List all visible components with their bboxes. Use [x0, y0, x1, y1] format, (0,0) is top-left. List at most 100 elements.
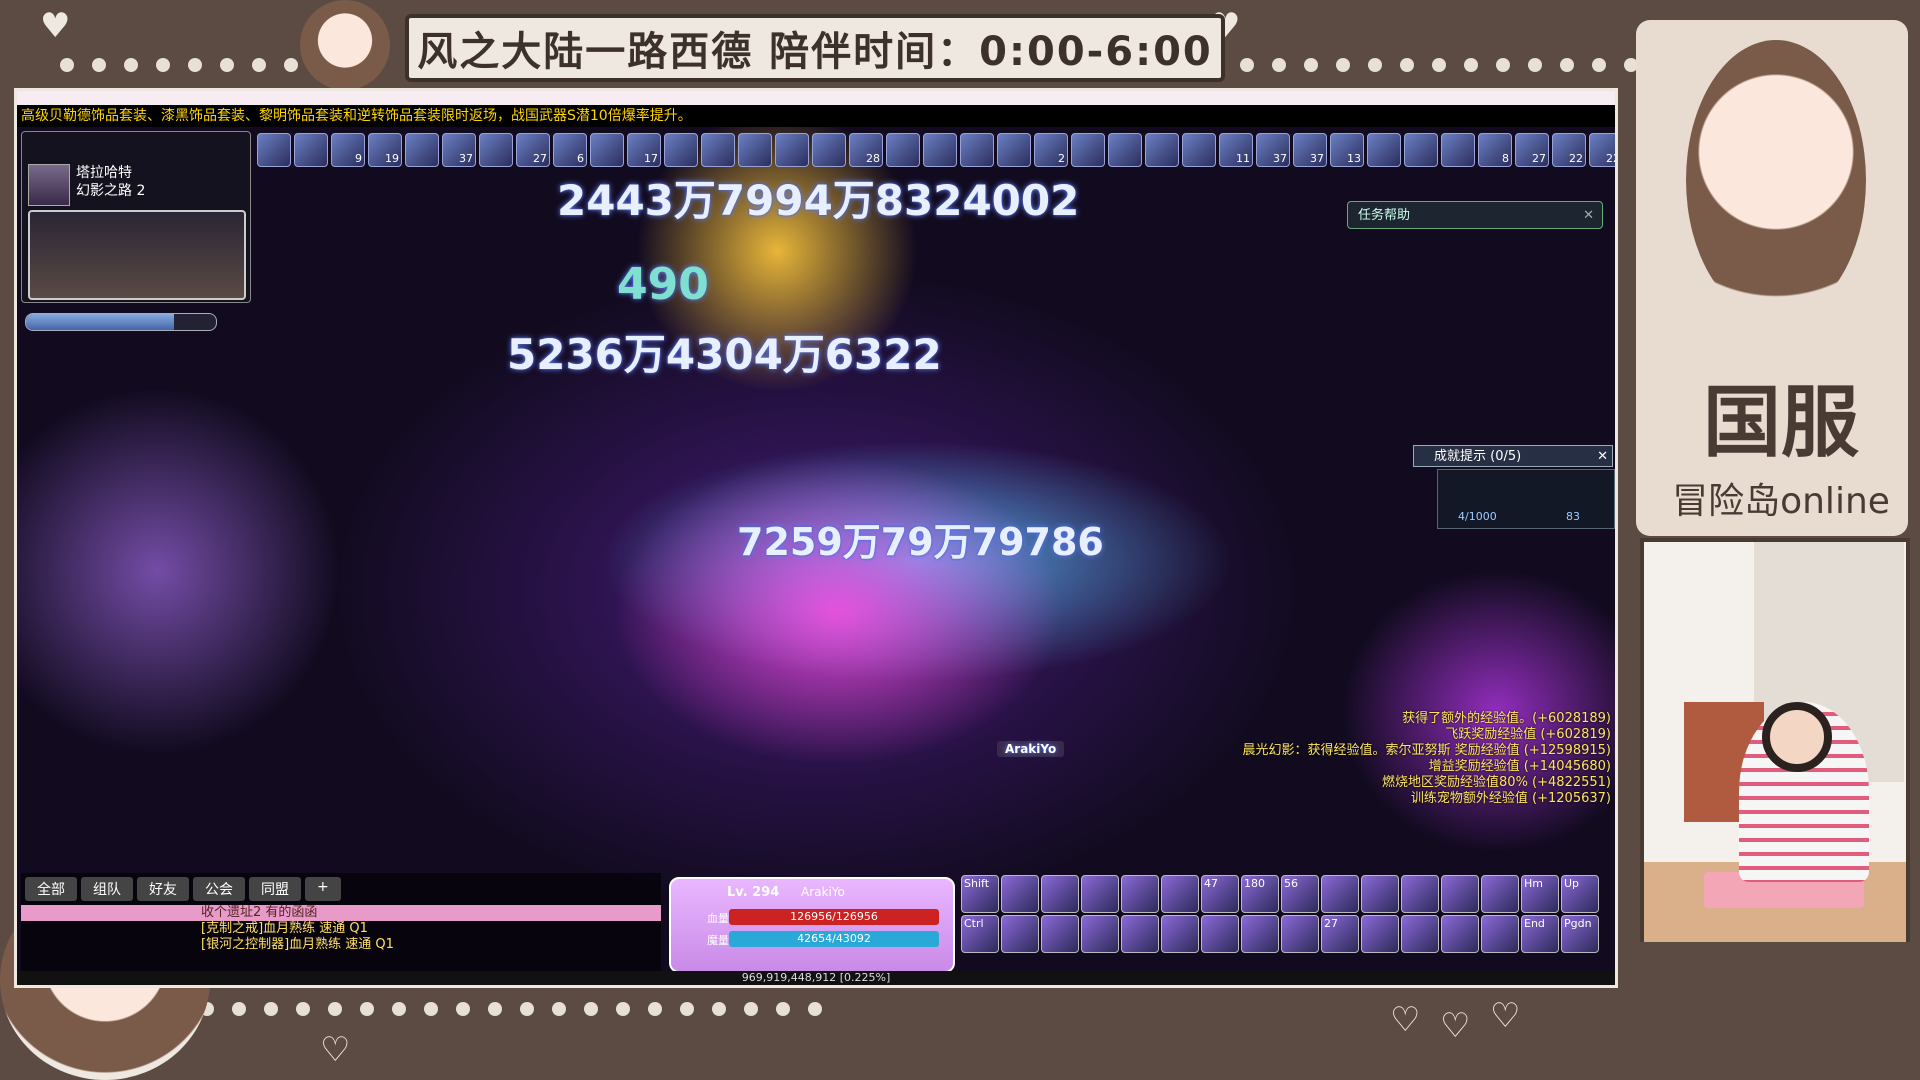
skill-slot[interactable] — [1001, 915, 1039, 953]
player-name-tag: ArakiYo — [997, 741, 1065, 757]
skill-slot[interactable]: 47 — [1201, 875, 1239, 913]
buff-icon: 37 — [442, 133, 476, 167]
stream-frame: ♥ ♥ ♡ ♡ ♡ ♡ 风之大陆一路西德 陪伴时间：0:00-6:00 高级贝勒… — [0, 0, 1920, 1080]
skill-slot[interactable] — [1161, 915, 1199, 953]
skill-slot[interactable] — [1481, 915, 1519, 953]
buff-icon: 27 — [1515, 133, 1549, 167]
skill-slot[interactable] — [1281, 915, 1319, 953]
game-window[interactable]: 高级贝勒德饰品套装、漆黑饰品套装、黎明饰品套装和逆转饰品套装限时返场，战国武器S… — [14, 88, 1618, 988]
buff-bar: 9193727617282113737138272222 — [257, 133, 1615, 167]
heart-icon: ♡ — [1490, 996, 1521, 1036]
skill-slot[interactable] — [1401, 915, 1439, 953]
skill-slot[interactable] — [1401, 875, 1439, 913]
buff-icon: 17 — [627, 133, 661, 167]
buff-icon — [1145, 133, 1179, 167]
achievement-title: 成就提示 (0/5) — [1434, 449, 1522, 464]
skill-slot[interactable] — [1441, 875, 1479, 913]
buff-icon: 11 — [1219, 133, 1253, 167]
close-icon[interactable]: ✕ — [1583, 202, 1594, 230]
skill-slot[interactable]: 56 — [1281, 875, 1319, 913]
skill-slot[interactable] — [1201, 915, 1239, 953]
skill-slot[interactable]: Up — [1561, 875, 1599, 913]
stream-title-box: 风之大陆一路西德 陪伴时间：0:00-6:00 — [405, 14, 1225, 82]
skill-slot[interactable] — [1481, 875, 1519, 913]
skill-slot[interactable] — [1361, 875, 1399, 913]
buff-icon — [257, 133, 291, 167]
skill-slot[interactable]: Ctrl — [961, 915, 999, 953]
heart-icon: ♥ — [40, 6, 71, 46]
skill-slot[interactable] — [1041, 915, 1079, 953]
skill-slot[interactable] — [1241, 915, 1279, 953]
achievement-hint[interactable]: 成就提示 (0/5) ✕ — [1413, 445, 1613, 467]
buff-icon: 27 — [516, 133, 550, 167]
task-help-panel[interactable]: 任务帮助 ✕ — [1347, 201, 1603, 229]
damage-number: 490 — [617, 259, 709, 310]
exp-log-line: 燃烧地区奖励经验值80% (+4822551) — [1382, 775, 1611, 790]
buff-icon — [1182, 133, 1216, 167]
chat-tab-alliance[interactable]: 同盟 — [249, 877, 301, 901]
buff-icon — [664, 133, 698, 167]
skill-slot[interactable]: Hm — [1521, 875, 1559, 913]
mp-label: 魔量 — [707, 934, 729, 947]
buff-icon: 6 — [553, 133, 587, 167]
exp-log: 获得了额外的经验值。(+6028189) 飞跃奖励经验值 (+602819) 晨… — [1243, 711, 1611, 807]
skill-slot[interactable] — [1081, 915, 1119, 953]
chat-tab-party[interactable]: 组队 — [81, 877, 133, 901]
chat-tab-friends[interactable]: 好友 — [137, 877, 189, 901]
server-badge-title: 国服 — [1702, 377, 1859, 468]
buff-icon — [738, 133, 772, 167]
skill-slot[interactable] — [1041, 875, 1079, 913]
buff-icon: 2 — [1034, 133, 1068, 167]
chat-line: [克制之戒]血月熟练 速通 Q1 — [201, 921, 368, 936]
notice-top-bar — [17, 91, 1615, 105]
buff-icon: 37 — [1256, 133, 1290, 167]
minimap[interactable]: 塔拉哈特 幻影之路 2 — [21, 131, 251, 303]
dot-row-top-right — [1240, 58, 1702, 72]
skill-slot[interactable] — [1121, 875, 1159, 913]
damage-number: 5236万4304万6322 — [507, 330, 942, 379]
skill-slot[interactable] — [1321, 875, 1359, 913]
skill-slot[interactable] — [1081, 875, 1119, 913]
buff-icon — [590, 133, 624, 167]
exp-log-line: 飞跃奖励经验值 (+602819) — [1445, 727, 1611, 742]
exp-log-line: 增益奖励经验值 (+14045680) — [1428, 759, 1611, 774]
heart-icon: ♡ — [320, 1030, 351, 1070]
damage-number: 7259万79万79786 — [737, 520, 1104, 564]
skill-slot[interactable]: 180 — [1241, 875, 1279, 913]
buff-icon — [701, 133, 735, 167]
stream-title: 风之大陆一路西德 陪伴时间：0:00-6:00 — [417, 29, 1213, 75]
map-region-icon — [28, 164, 70, 206]
skill-slot[interactable]: Pgdn — [1561, 915, 1599, 953]
skill-slot[interactable]: End — [1521, 915, 1559, 953]
boss-hp-gauge-fill — [26, 314, 175, 330]
exp-log-line: 获得了额外的经验值。(+6028189) — [1402, 711, 1611, 726]
heart-icon: ♡ — [1390, 1000, 1421, 1040]
skill-slot[interactable]: Shift — [961, 875, 999, 913]
skill-slot[interactable] — [1361, 915, 1399, 953]
skill-slot[interactable]: 27 — [1321, 915, 1359, 953]
chat-line: [银河之控制器]血月熟练 速通 Q1 — [201, 937, 394, 952]
server-badge: 国服 冒险岛online — [1656, 360, 1906, 524]
hp-label: 血量 — [707, 912, 729, 925]
chat-tab-guild[interactable]: 公会 — [193, 877, 245, 901]
chat-window[interactable]: 全部 组队 好友 公会 同盟 + 收个遗址2 有的函函 [克制之戒]血月熟练 速… — [21, 873, 661, 973]
close-icon[interactable]: ✕ — [1597, 446, 1608, 468]
buff-icon — [775, 133, 809, 167]
skill-slot[interactable] — [1161, 875, 1199, 913]
skill-slot[interactable] — [1001, 875, 1039, 913]
buff-icon — [923, 133, 957, 167]
buff-icon — [479, 133, 513, 167]
task-help-label: 任务帮助 — [1358, 208, 1411, 223]
add-tab-button[interactable]: + — [305, 877, 341, 901]
buff-icon: 13 — [1330, 133, 1364, 167]
skill-slot[interactable] — [1441, 915, 1479, 953]
minimap-view[interactable] — [28, 210, 246, 300]
webcam-feed — [1640, 538, 1910, 942]
buff-icon — [405, 133, 439, 167]
buff-icon — [812, 133, 846, 167]
buff-icon — [960, 133, 994, 167]
chat-tab-all[interactable]: 全部 — [25, 877, 77, 901]
anime-avatar-top — [300, 0, 390, 90]
player-name: ArakiYo — [801, 885, 845, 899]
skill-slot[interactable] — [1121, 915, 1159, 953]
